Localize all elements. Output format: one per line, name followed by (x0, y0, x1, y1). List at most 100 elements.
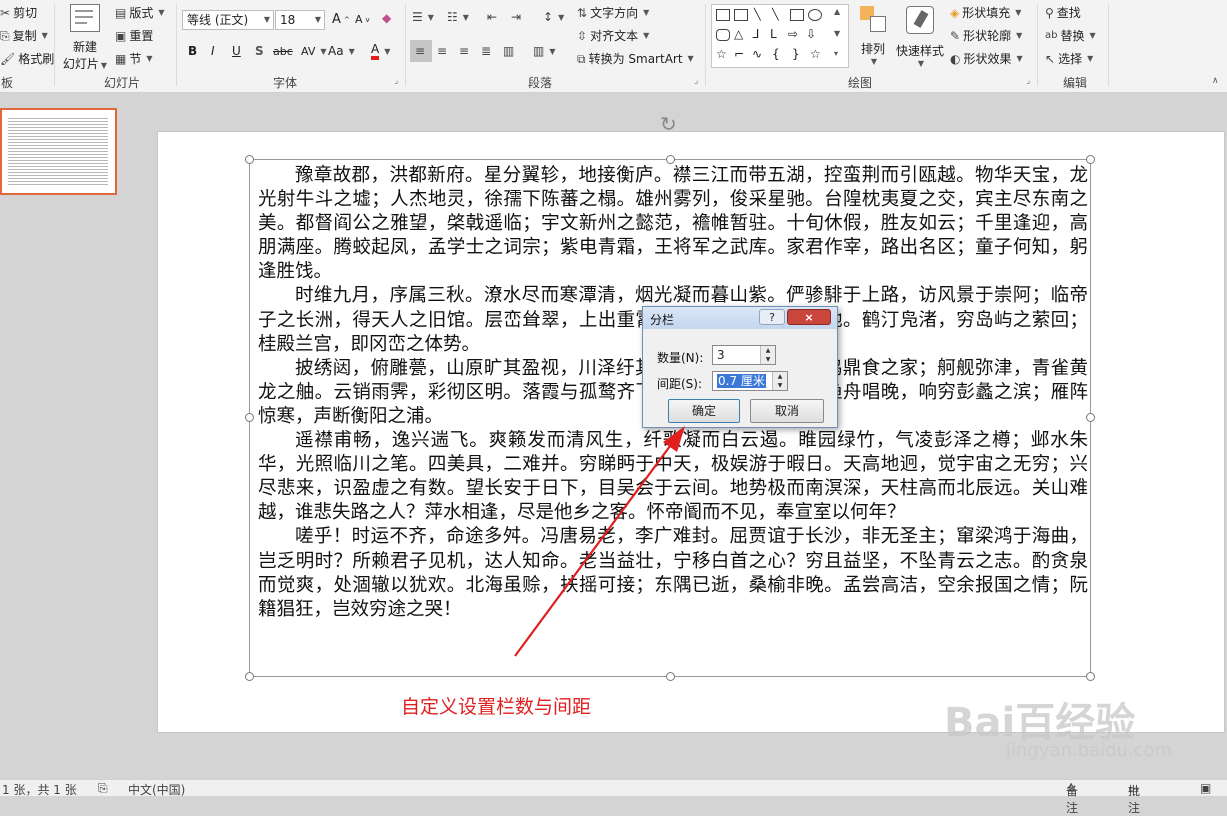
slide-thumbnail-1[interactable] (0, 108, 117, 195)
effects-icon: ◐ (950, 51, 961, 66)
clear-format-icon[interactable]: ◆ (382, 11, 391, 25)
text-direction-button[interactable]: ⇅ 文字方向 ▼ (577, 4, 649, 21)
resize-handle[interactable] (245, 413, 254, 422)
arrow-shape-icon[interactable]: ╲ (772, 8, 779, 21)
format-painter-button[interactable]: 🖌 格式刷 (0, 50, 54, 67)
find-button[interactable]: ⚲ 查找 (1045, 4, 1081, 21)
rectangle-shape-icon[interactable] (790, 9, 804, 21)
rotate-handle-icon[interactable]: ↻ (660, 112, 677, 136)
distributed-button[interactable]: ▥ (503, 45, 514, 57)
right-arrow-shape-icon[interactable]: ⇨ (788, 27, 798, 41)
smartart-icon: ⧉ (577, 51, 586, 66)
curved-connector-shape-icon[interactable]: ᒪ (770, 27, 777, 41)
dialog-launcher-icon[interactable]: ⌟ (1026, 76, 1030, 86)
strikethrough-button[interactable]: abc (273, 45, 293, 58)
line-spacing-button[interactable]: ↕ ▼ (543, 11, 564, 23)
line-shape-icon[interactable]: ╲ (754, 8, 761, 21)
align-left-button[interactable]: ≡ (410, 40, 432, 62)
down-arrow-shape-icon[interactable]: ⇩ (806, 27, 816, 41)
spacing-spinner[interactable]: ▲ ▼ (772, 372, 787, 390)
copy-button[interactable]: ⎘ 复制 ▼ (0, 27, 48, 44)
font-color-button[interactable]: A ▼ (371, 42, 390, 60)
font-size-combo[interactable]: 18 ▼ (275, 10, 325, 30)
spin-down-icon[interactable]: ▼ (761, 355, 775, 364)
help-button[interactable]: ? (759, 309, 785, 325)
count-input[interactable]: 3 ▲ ▼ (712, 345, 776, 365)
increase-indent-button[interactable]: ⇥ (511, 11, 521, 23)
align-left-icon: ≡ (415, 44, 426, 58)
shadow-button[interactable]: S (255, 44, 264, 58)
freeform-shape-icon[interactable]: ∿ (752, 47, 762, 61)
font-name-combo[interactable]: 等线 (正文) ▼ (182, 10, 274, 30)
arrange-button[interactable]: 排列 ▼ (856, 4, 890, 70)
triangle-shape-icon[interactable]: △ (734, 27, 743, 41)
align-center-button[interactable]: ≡ (437, 45, 447, 57)
gallery-scroll-down-icon[interactable]: ▼ (834, 29, 840, 38)
spin-up-icon[interactable]: ▲ (773, 372, 787, 381)
spell-check-icon[interactable]: ⎘ (98, 781, 108, 796)
line-spacing-icon: ↕ (543, 10, 554, 24)
spin-down-icon[interactable]: ▼ (773, 381, 787, 390)
separator (405, 4, 406, 86)
section-button[interactable]: ▦ 节 ▼ (115, 50, 153, 67)
align-text-button[interactable]: ⇳ 对齐文本 ▼ (577, 27, 649, 44)
new-slide-button[interactable]: 新建 幻灯片 ▼ (62, 4, 108, 71)
justify-icon: ≣ (481, 44, 492, 58)
resize-handle[interactable] (245, 672, 254, 681)
brace-right-shape-icon[interactable]: } (792, 47, 800, 61)
resize-handle[interactable] (666, 155, 675, 164)
shrink-font-button[interactable]: Av (355, 13, 370, 26)
resize-handle[interactable] (1086, 155, 1095, 164)
replace-button[interactable]: ab 替换 ▼ (1045, 27, 1096, 44)
star-shape-icon[interactable]: ☆ (716, 47, 727, 61)
resize-handle[interactable] (245, 155, 254, 164)
collapse-ribbon-icon[interactable]: ∧ (1212, 76, 1219, 86)
bold-button[interactable]: B (188, 44, 197, 58)
dialog-launcher-icon[interactable]: ⌟ (694, 76, 698, 86)
count-spinner[interactable]: ▲ ▼ (760, 346, 775, 364)
reset-button[interactable]: ▣ 重置 (115, 27, 153, 44)
align-center-icon: ≡ (437, 44, 448, 58)
star-shape-icon[interactable]: ☆ (810, 47, 821, 61)
resize-handle[interactable] (1086, 672, 1095, 681)
elbow-connector-shape-icon[interactable]: ᒧ (752, 27, 759, 41)
shape-outline-button[interactable]: ✎ 形状轮廓 ▼ (950, 27, 1022, 44)
layout-button[interactable]: ▤ 版式 ▼ (115, 4, 165, 21)
cancel-button[interactable]: 取消 (750, 399, 824, 423)
change-case-button[interactable]: Aa ▼ (328, 44, 355, 58)
gallery-more-icon[interactable]: ▾ (834, 49, 838, 58)
convert-smartart-button[interactable]: ⧉ 转换为 SmartArt ▼ (577, 50, 694, 67)
gallery-scroll-up-icon[interactable]: ▲ (834, 7, 840, 16)
align-right-button[interactable]: ≡ (459, 45, 469, 57)
shape-effects-button[interactable]: ◐ 形状效果 ▼ (950, 50, 1023, 67)
grow-font-button[interactable]: A ^ (332, 12, 350, 27)
resize-handle[interactable] (666, 672, 675, 681)
normal-view-icon[interactable]: ▣ (1200, 781, 1211, 795)
select-button[interactable]: ↖ 选择 ▼ (1045, 50, 1093, 67)
decrease-indent-button[interactable]: ⇤ (487, 11, 497, 23)
close-button[interactable]: × (787, 309, 831, 325)
vertical-text-shape-icon[interactable] (734, 9, 748, 21)
rounded-rectangle-shape-icon[interactable] (716, 29, 730, 41)
paint-bucket-icon: ◈ (950, 5, 960, 20)
quick-styles-button[interactable]: 快速样式 ▼ (892, 4, 948, 70)
shapes-gallery[interactable]: ╲ ╲ △ ᒧ ᒪ ⇨ ⇩ ☆ ⌐ ∿ { } ☆ ▲ ▼ ▾ (711, 4, 849, 68)
shape-fill-button[interactable]: ◈ 形状填充 ▼ (950, 4, 1021, 21)
columns-button[interactable]: ▥ ▼ (533, 45, 556, 57)
oval-shape-icon[interactable] (808, 9, 822, 21)
justify-button[interactable]: ≣ (481, 45, 491, 57)
dialog-launcher-icon[interactable]: ⌟ (394, 76, 398, 86)
spin-up-icon[interactable]: ▲ (761, 346, 775, 355)
cut-button[interactable]: ✂ 剪切 (0, 4, 37, 21)
text-box-shape-icon[interactable] (716, 9, 730, 21)
spacing-input[interactable]: 0.7 厘米 ▲ ▼ (712, 371, 788, 391)
italic-button[interactable]: I (211, 44, 215, 58)
underline-button[interactable]: U (232, 44, 241, 58)
char-spacing-button[interactable]: AV ▼ (301, 45, 327, 58)
dialog-title-bar[interactable]: 分栏 ? × (643, 307, 837, 329)
numbering-button[interactable]: ☷ ▼ (447, 11, 469, 23)
brace-left-shape-icon[interactable]: { (772, 47, 780, 61)
callout-shape-icon[interactable]: ⌐ (734, 47, 744, 61)
language-status[interactable]: 中文(中国) (128, 781, 185, 798)
bullets-button[interactable]: ☰ ▼ (412, 11, 434, 23)
